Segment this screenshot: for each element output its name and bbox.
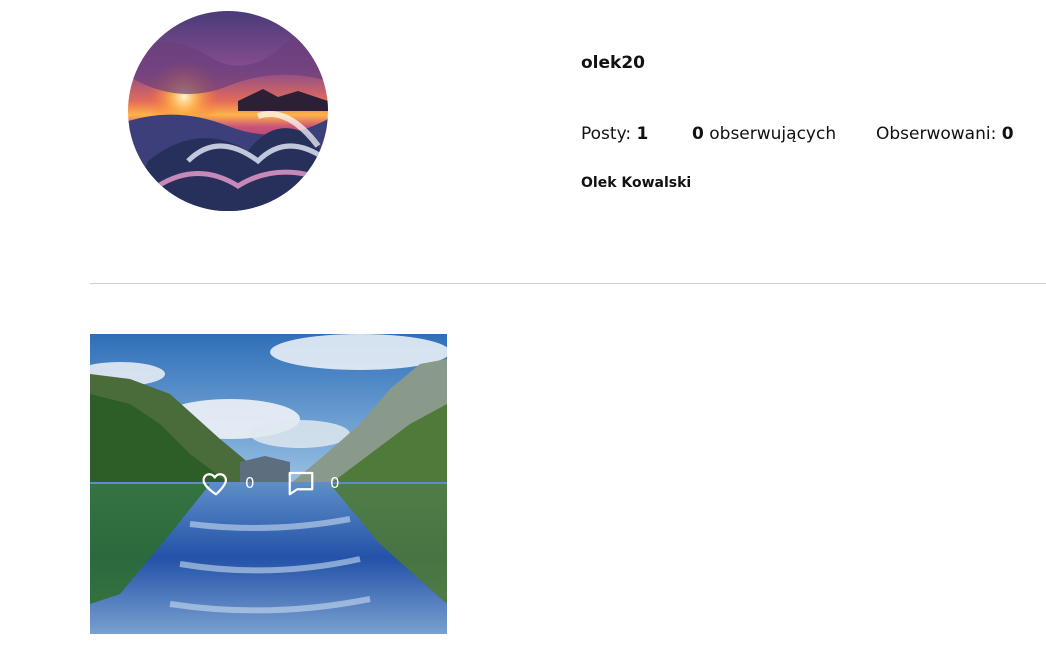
stat-followers-label: obserwujących [709, 124, 837, 144]
stat-following-label: Obserwowani: [876, 124, 997, 144]
stat-followers-count: 0 [692, 124, 704, 144]
post-image [90, 334, 447, 634]
stat-following[interactable]: Obserwowani: 0 [876, 124, 1014, 144]
stat-posts-count: 1 [636, 124, 649, 144]
post-likes[interactable]: 0 [201, 468, 255, 498]
profile-username: olek20 [581, 53, 645, 73]
stat-following-count: 0 [1001, 124, 1014, 144]
profile-divider [90, 283, 1046, 284]
post-tile[interactable]: 0 0 [90, 334, 447, 634]
post-comments[interactable]: 0 [286, 468, 340, 498]
stat-followers[interactable]: 0 obserwujących [692, 124, 836, 144]
profile-full-name: Olek Kowalski [581, 175, 692, 191]
heart-icon [202, 473, 227, 496]
stat-posts: Posty: 1 [581, 124, 648, 144]
avatar-image [128, 11, 328, 211]
profile-avatar[interactable] [128, 11, 328, 211]
stat-posts-label: Posty: [581, 124, 632, 144]
post-comments-count: 0 [330, 474, 340, 492]
comment-icon [288, 471, 314, 496]
post-likes-count: 0 [245, 474, 255, 492]
